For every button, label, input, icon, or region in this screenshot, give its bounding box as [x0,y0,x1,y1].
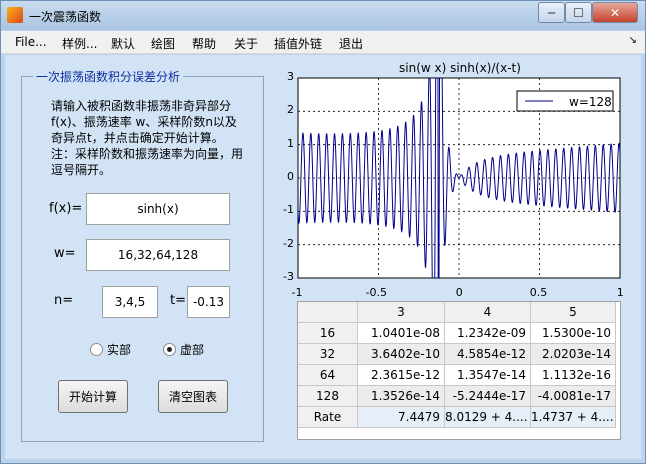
plot-title: sin(w x) sinh(x)/(x-t) [399,61,521,75]
y-tick-label: -1 [283,203,294,217]
table-cell[interactable]: 3.6402e-10 [358,344,445,365]
x-tick-label: -0.5 [365,286,387,299]
table-cell[interactable]: 1.2342e-09 [445,323,531,344]
menu-examples[interactable]: 样例... [62,35,97,52]
menu-dock-arrow-icon[interactable]: ↘ [629,35,637,46]
menu-about[interactable]: 关于 [234,35,258,52]
x-tick-label: 0.5 [529,286,548,299]
table-cell[interactable]: 2.0203e-14 [531,344,616,365]
row-header[interactable]: 16 [298,323,358,344]
instructions-text: 请输入被积函数非振荡非奇异部分 f(x)、振荡速率 w、采样阶数n以及奇异点t，… [51,99,244,177]
table-cell[interactable]: 8.0129 + 4.... [445,407,531,428]
y-tick-label: -2 [283,236,294,250]
column-header[interactable]: 5 [531,302,616,323]
table-cell[interactable]: 1.1132e-16 [531,365,616,386]
t-label: t= [170,293,186,308]
column-header[interactable]: 3 [358,302,445,323]
matlab-icon [7,7,23,23]
table-cell[interactable]: -4.0081e-17 [531,386,616,407]
x-tick-label: 0 [455,286,463,299]
w-input[interactable]: 16,32,64,128 [86,239,230,271]
menu-bar: File... 样例... 默认 绘图 帮助 关于 插值外链 退出 ↘ [1,31,645,54]
x-tick-label: 1 [616,286,624,299]
table-cell[interactable]: 1.0401e-08 [358,323,445,344]
y-tick-label: 0 [287,170,294,183]
window-title: 一次震荡函数 [29,10,102,24]
menu-interp-link[interactable]: 插值外链 [274,35,322,52]
maximize-button[interactable]: ☐ [565,2,592,23]
y-tick-label: 2 [287,103,294,117]
row-header[interactable]: 128 [298,386,358,407]
t-input[interactable]: -0.13 [187,286,230,318]
x-tick-label: -1 [291,286,303,299]
results-table[interactable]: 3 4 5 16 1.0401e-08 1.2342e-09 1.5300e-10 32 3.6… [297,301,621,440]
close-button[interactable]: ✕ [592,2,638,23]
menu-plot[interactable]: 绘图 [151,35,175,52]
plot-axes[interactable]: w=128 [297,77,621,279]
radio-selected-dot [167,347,172,352]
radio-imag[interactable] [163,343,176,356]
table-cell[interactable]: 1.4737 + 4.... [531,407,616,428]
column-header[interactable]: 4 [445,302,531,323]
fx-input[interactable]: sinh(x) [86,193,230,225]
table-cell[interactable]: 1.3547e-14 [445,365,531,386]
legend-label: w=128 [569,95,612,109]
corner-header[interactable] [298,302,358,323]
y-tick-label: 1 [287,136,294,150]
row-header[interactable]: 32 [298,344,358,365]
fx-label: f(x)= [49,201,83,216]
radio-real-label: 实部 [107,343,132,357]
n-label: n= [54,293,74,308]
n-input[interactable]: 3,4,5 [102,286,158,318]
title-bar[interactable]: 一次震荡函数 ─ ☐ ✕ [1,1,645,30]
radio-real[interactable] [90,343,103,356]
table-cell[interactable]: 2.3615e-12 [358,365,445,386]
radio-imag-label: 虚部 [180,343,205,357]
table-cell[interactable]: -5.2444e-17 [445,386,531,407]
menu-exit[interactable]: 退出 [339,35,363,52]
clear-button[interactable]: 清空图表 [158,380,228,413]
menu-default[interactable]: 默认 [111,35,135,52]
table-cell[interactable]: 1.3526e-14 [358,386,445,407]
menu-file[interactable]: File... [15,35,47,49]
start-button[interactable]: 开始计算 [58,380,128,413]
y-tick-label: 3 [287,70,294,83]
table-cell[interactable]: 7.4479 [358,407,445,428]
row-header[interactable]: 64 [298,365,358,386]
w-label: w= [54,246,76,261]
table-cell[interactable]: 4.5854e-12 [445,344,531,365]
table-cell[interactable]: 1.5300e-10 [531,323,616,344]
panel-title: 一次振荡函数积分误差分析 [33,68,184,85]
app-window: 一次震荡函数 ─ ☐ ✕ File... 样例... 默认 绘图 帮助 关于 插… [0,0,646,464]
menu-help[interactable]: 帮助 [192,35,216,52]
minimize-button[interactable]: ─ [538,2,565,23]
y-tick-label: -3 [283,270,294,283]
row-header[interactable]: Rate [298,407,358,428]
